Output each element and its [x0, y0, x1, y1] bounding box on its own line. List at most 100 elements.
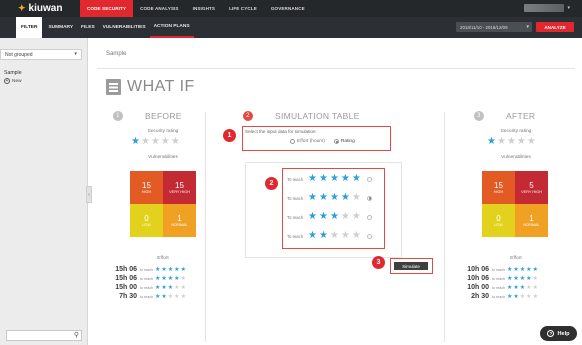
star-empty-icon: ★: [506, 136, 516, 147]
label: NORMAL: [171, 223, 188, 227]
user-menu[interactable]: ▾: [524, 4, 570, 12]
question-icon: ?: [547, 330, 555, 337]
sim-rating-row[interactable]: To reach ★ ★ ★ ★ ★: [287, 174, 372, 184]
sidebar-title[interactable]: Sample: [4, 70, 22, 76]
star-empty-icon: ★: [351, 211, 361, 222]
before-title-text: BEFORE: [145, 111, 182, 121]
date-range-select[interactable]: 2018/11/10 - 2018/12/09 ▾: [456, 22, 532, 32]
star-empty-icon: ★: [180, 275, 186, 282]
star-empty-icon: ★: [526, 293, 532, 300]
star-filled-icon: ★: [308, 211, 317, 222]
star-empty-icon: ★: [519, 293, 526, 300]
nav-code-analysis[interactable]: CODE ANALYSIS: [133, 0, 185, 17]
before-normal-cell[interactable]: 1 NORMAL: [163, 204, 196, 237]
star-filled-icon: ★: [318, 211, 328, 222]
after-low-cell[interactable]: 0 LOW: [482, 204, 515, 237]
sim-rating-row[interactable]: To reach ★ ★ ★ ★ ★: [287, 212, 372, 222]
to-reach-label: to reach: [140, 285, 153, 290]
sub-nav: FILTER SUMMARY FILES VULNERABILITIES ACT…: [0, 17, 194, 38]
nav-governance[interactable]: GOVERNANCE: [264, 0, 312, 17]
sim-rating-row[interactable]: To reach ★ ★ ★ ★ ★: [287, 193, 372, 203]
star-filled-icon: ★: [180, 266, 186, 273]
before-effort-label: Effort: [157, 256, 169, 261]
before-vulnerabilities-grid: 15 HIGH 15 VERY HIGH 0 LOW 1 NORMAL: [130, 171, 196, 237]
effort-row: 15h 06 to reach ★★★★★: [113, 266, 187, 273]
target-rating-stars: ★★★★★: [308, 174, 363, 184]
tab-vulnerabilities[interactable]: VULNERABILITIES: [99, 17, 150, 38]
radio-icon[interactable]: [366, 214, 372, 220]
tab-files[interactable]: FILES: [77, 17, 99, 38]
star-empty-icon: ★: [526, 136, 536, 147]
collapse-sidebar-handle[interactable]: ‹: [86, 186, 92, 203]
callout-badge-3: 3: [372, 256, 385, 269]
radio-effort-hours[interactable]: Effort (hours): [290, 139, 325, 144]
to-reach-label: to reach: [492, 294, 505, 299]
star-empty-icon: ★: [340, 230, 350, 241]
star-filled-icon: ★: [513, 266, 519, 273]
chevron-down-icon: ▾: [74, 51, 77, 57]
kiuwan-logo[interactable]: ✦ kiuwan: [0, 0, 80, 17]
radio-icon[interactable]: [366, 176, 372, 182]
after-normal-cell[interactable]: 1 NORMAL: [515, 204, 548, 237]
tab-action-plans[interactable]: ACTION PLANS: [149, 17, 194, 38]
effort-row: 10h 06 to reach ★★★★★: [465, 275, 539, 282]
star-filled-icon: ★: [507, 293, 513, 300]
star-filled-icon: ★: [161, 284, 167, 291]
before-low-cell[interactable]: 0 LOW: [130, 204, 163, 237]
effort-hours: 15h 06: [115, 275, 137, 282]
after-vulnerabilities-grid: 15 HIGH 5 VERY HIGH 0 LOW 1 NORMAL: [482, 171, 548, 237]
help-button[interactable]: ? Help: [540, 326, 577, 341]
radio-rating[interactable]: Rating: [333, 139, 355, 144]
sim-rating-row[interactable]: To reach ★ ★ ★ ★ ★: [287, 231, 372, 241]
nav-insights[interactable]: INSIGHTS: [186, 0, 223, 17]
breadcrumb: Sample: [106, 51, 127, 57]
before-vulnerabilities-label: Vulnerabilities: [148, 155, 178, 160]
nav-life-cycle[interactable]: LIFE CYCLE: [222, 0, 264, 17]
star-filled-icon: ★: [526, 275, 532, 282]
label: LOW: [142, 223, 151, 227]
target-rating-stars: ★★★★★: [155, 285, 187, 291]
after-vulnerabilities-label: Vulnerabilities: [501, 155, 531, 160]
star-filled-icon: ★: [155, 284, 161, 291]
target-rating-stars: ★★★★★: [308, 193, 363, 203]
star-empty-icon: ★: [516, 136, 526, 147]
star-filled-icon: ★: [487, 136, 496, 147]
after-very-high-cell[interactable]: 5 VERY HIGH: [515, 171, 548, 204]
before-very-high-cell[interactable]: 15 VERY HIGH: [163, 171, 196, 204]
grouping-value: Not grouped: [5, 51, 33, 58]
star-filled-icon: ★: [340, 192, 350, 203]
star-empty-icon: ★: [526, 284, 532, 291]
star-filled-icon: ★: [351, 173, 361, 184]
star-empty-icon: ★: [160, 136, 170, 147]
to-reach-label: To reach: [287, 214, 304, 220]
tab-summary[interactable]: SUMMARY: [44, 17, 77, 38]
after-high-cell[interactable]: 15 HIGH: [482, 171, 515, 204]
analyze-button[interactable]: ANALYZE: [536, 22, 574, 32]
to-reach-label: to reach: [492, 276, 505, 281]
star-filled-icon: ★: [329, 173, 339, 184]
count: 5: [529, 181, 534, 190]
sidebar-new-button[interactable]: + New: [4, 78, 22, 84]
after-title: 3 AFTER: [474, 111, 535, 121]
after-step-number: 3: [474, 111, 484, 121]
star-filled-icon: ★: [308, 173, 317, 184]
star-empty-icon: ★: [496, 136, 506, 147]
star-filled-icon: ★: [174, 266, 180, 273]
before-high-cell[interactable]: 15 HIGH: [130, 171, 163, 204]
nav-code-security[interactable]: CODE SECURITY: [80, 0, 134, 17]
radio-selected-icon[interactable]: [366, 195, 372, 201]
simulate-highlight: Simulate: [390, 258, 433, 274]
label: HIGH: [141, 190, 152, 194]
sidebar-search-input[interactable]: ⚲: [6, 330, 82, 341]
to-reach-label: To reach: [287, 195, 304, 201]
star-filled-icon: ★: [340, 173, 350, 184]
before-security-label: Security rating: [147, 129, 179, 134]
tab-filter[interactable]: FILTER: [16, 17, 43, 38]
star-filled-icon: ★: [161, 275, 167, 282]
effort-hours: 7h 30: [119, 293, 137, 300]
search-icon[interactable]: ⚲: [74, 331, 79, 339]
simulate-button[interactable]: Simulate: [394, 262, 428, 270]
top-bar: ✦ kiuwan CODE SECURITY CODE ANALYSIS INS…: [0, 0, 582, 17]
radio-icon[interactable]: [366, 233, 372, 239]
grouping-select[interactable]: Not grouped ▾: [0, 49, 82, 60]
